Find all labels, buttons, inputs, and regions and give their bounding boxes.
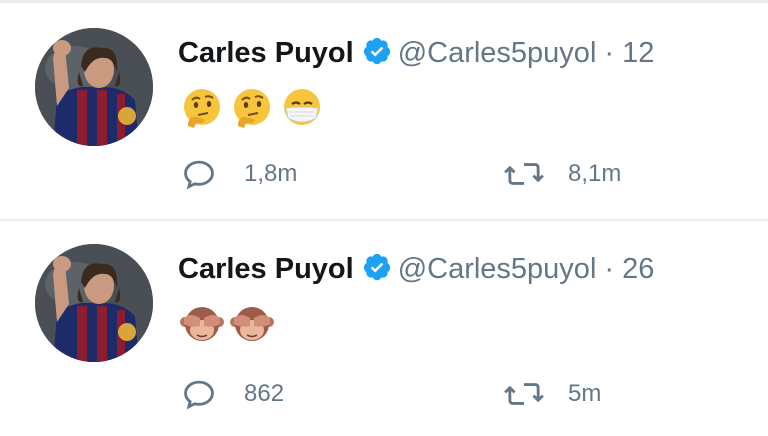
tweet-time[interactable]: 12 [622, 37, 654, 69]
reply-button[interactable]: 1,8m [180, 156, 297, 192]
face-with-medical-mask-icon [284, 89, 320, 125]
reply-icon [184, 160, 214, 190]
tweet-body [180, 86, 324, 130]
top-divider [0, 0, 768, 3]
author-handle[interactable]: @Carles5puyol [398, 253, 597, 285]
tweet-body [180, 302, 274, 346]
avatar-photo [35, 244, 153, 362]
retweet-count: 5m [568, 380, 602, 407]
reply-count: 1,8m [244, 160, 298, 187]
verified-badge-icon [363, 253, 390, 281]
reply-count: 862 [244, 380, 285, 407]
see-no-evil-monkey-icon [180, 307, 224, 341]
tweet-time[interactable]: 26 [622, 253, 654, 285]
reply-button[interactable]: 862 [180, 376, 284, 412]
tweet-divider [0, 219, 768, 221]
avatar[interactable] [35, 28, 153, 146]
separator-dot: · [604, 37, 615, 69]
author-name[interactable]: Carles Puyol [178, 253, 354, 285]
retweet-icon [504, 383, 544, 405]
tweet-header: Carles Puyol @Carles5puyol · 26 [178, 252, 654, 286]
retweet-button[interactable]: 5m [502, 376, 601, 412]
retweet-count: 8,1m [568, 160, 622, 187]
separator-dot: · [604, 253, 615, 285]
thinking-face-icon [234, 89, 270, 128]
retweet-button[interactable]: 8,1m [502, 156, 621, 192]
see-no-evil-monkey-icon [230, 307, 274, 341]
tweet[interactable]: Carles Puyol @Carles5puyol · 26 862 5m [0, 224, 768, 436]
retweet-icon [504, 163, 544, 185]
verified-badge-icon [363, 37, 390, 65]
avatar-photo [35, 28, 153, 146]
author-name[interactable]: Carles Puyol [178, 37, 354, 69]
tweet-header: Carles Puyol @Carles5puyol · 12 [178, 36, 654, 70]
tweet[interactable]: Carles Puyol @Carles5puyol · 12 1,8m 8,1… [0, 6, 768, 218]
avatar[interactable] [35, 244, 153, 362]
thinking-face-icon [184, 89, 220, 128]
author-handle[interactable]: @Carles5puyol [398, 37, 597, 69]
reply-icon [184, 380, 214, 410]
